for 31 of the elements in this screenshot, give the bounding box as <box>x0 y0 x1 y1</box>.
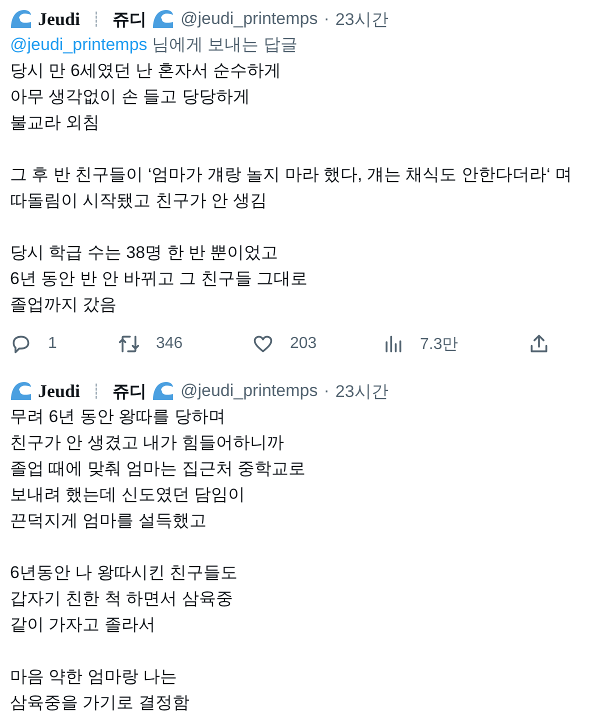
like-count: 203 <box>290 335 317 353</box>
display-name: 쥬디 <box>112 8 146 30</box>
post-time[interactable]: 23시간 <box>335 380 388 402</box>
repost-count: 346 <box>156 335 183 353</box>
reply-context: @jeudi_printemps 님에게 보내는 답글 <box>10 34 298 56</box>
wave-icon <box>10 9 32 29</box>
share-icon[interactable] <box>528 333 550 355</box>
user-handle[interactable]: @jeudi_printemps <box>180 381 318 401</box>
repost-icon[interactable] <box>118 333 140 355</box>
display-name: Jeudi <box>38 380 80 402</box>
separator-dot: · <box>324 381 330 401</box>
name-separator: ┊ <box>92 10 100 28</box>
post-time[interactable]: 23시간 <box>335 8 388 30</box>
wave-icon <box>152 381 174 401</box>
wave-icon <box>10 381 32 401</box>
post-text: 그 후 반 친구들이 ‘엄마가 걔랑 놀지 마라 했다, 걔는 채식도 안한다더라‘ 며 따돌림이 시작됐고 친구가 안 생김 <box>10 164 573 212</box>
display-name: Jeudi <box>38 8 80 30</box>
view-count: 7.3만 <box>420 334 458 354</box>
reply-icon[interactable] <box>10 333 32 355</box>
post-text: 당시 학급 수는 38명 한 반 뿐이었고 6년 동안 반 안 바뀌고 그 친구들 그대로 졸업까지 갔음 <box>10 242 309 316</box>
wave-icon <box>152 9 174 29</box>
post-text: 당시 만 6세였던 난 혼자서 순수하게 아무 생각없이 손 들고 당당하게 불교라 외침 <box>10 60 282 134</box>
post-text: 6년동안 나 왕따시킨 친구들도 갑자기 친한 척 하면서 삼육중 같이 가자고 졸라서 <box>10 562 239 636</box>
reply-count: 1 <box>48 335 57 353</box>
separator-dot: · <box>324 9 330 29</box>
post-text: 마음 약한 엄마랑 나는 삼육중을 가기로 결정함 <box>10 666 190 714</box>
user-handle[interactable]: @jeudi_printemps <box>180 9 318 29</box>
heart-icon[interactable] <box>252 333 274 355</box>
post-text: 무려 6년 동안 왕따를 당하며 친구가 안 생겼고 내가 힘들어하니까 졸업 때에 맞춰 엄마는 집근처 중학교로 보내려 했는데 신도였던 담임이 끈덕지게 엄마를 설득했고 <box>10 406 307 532</box>
name-separator: ┊ <box>92 382 100 400</box>
display-name: 쥬디 <box>112 380 146 402</box>
